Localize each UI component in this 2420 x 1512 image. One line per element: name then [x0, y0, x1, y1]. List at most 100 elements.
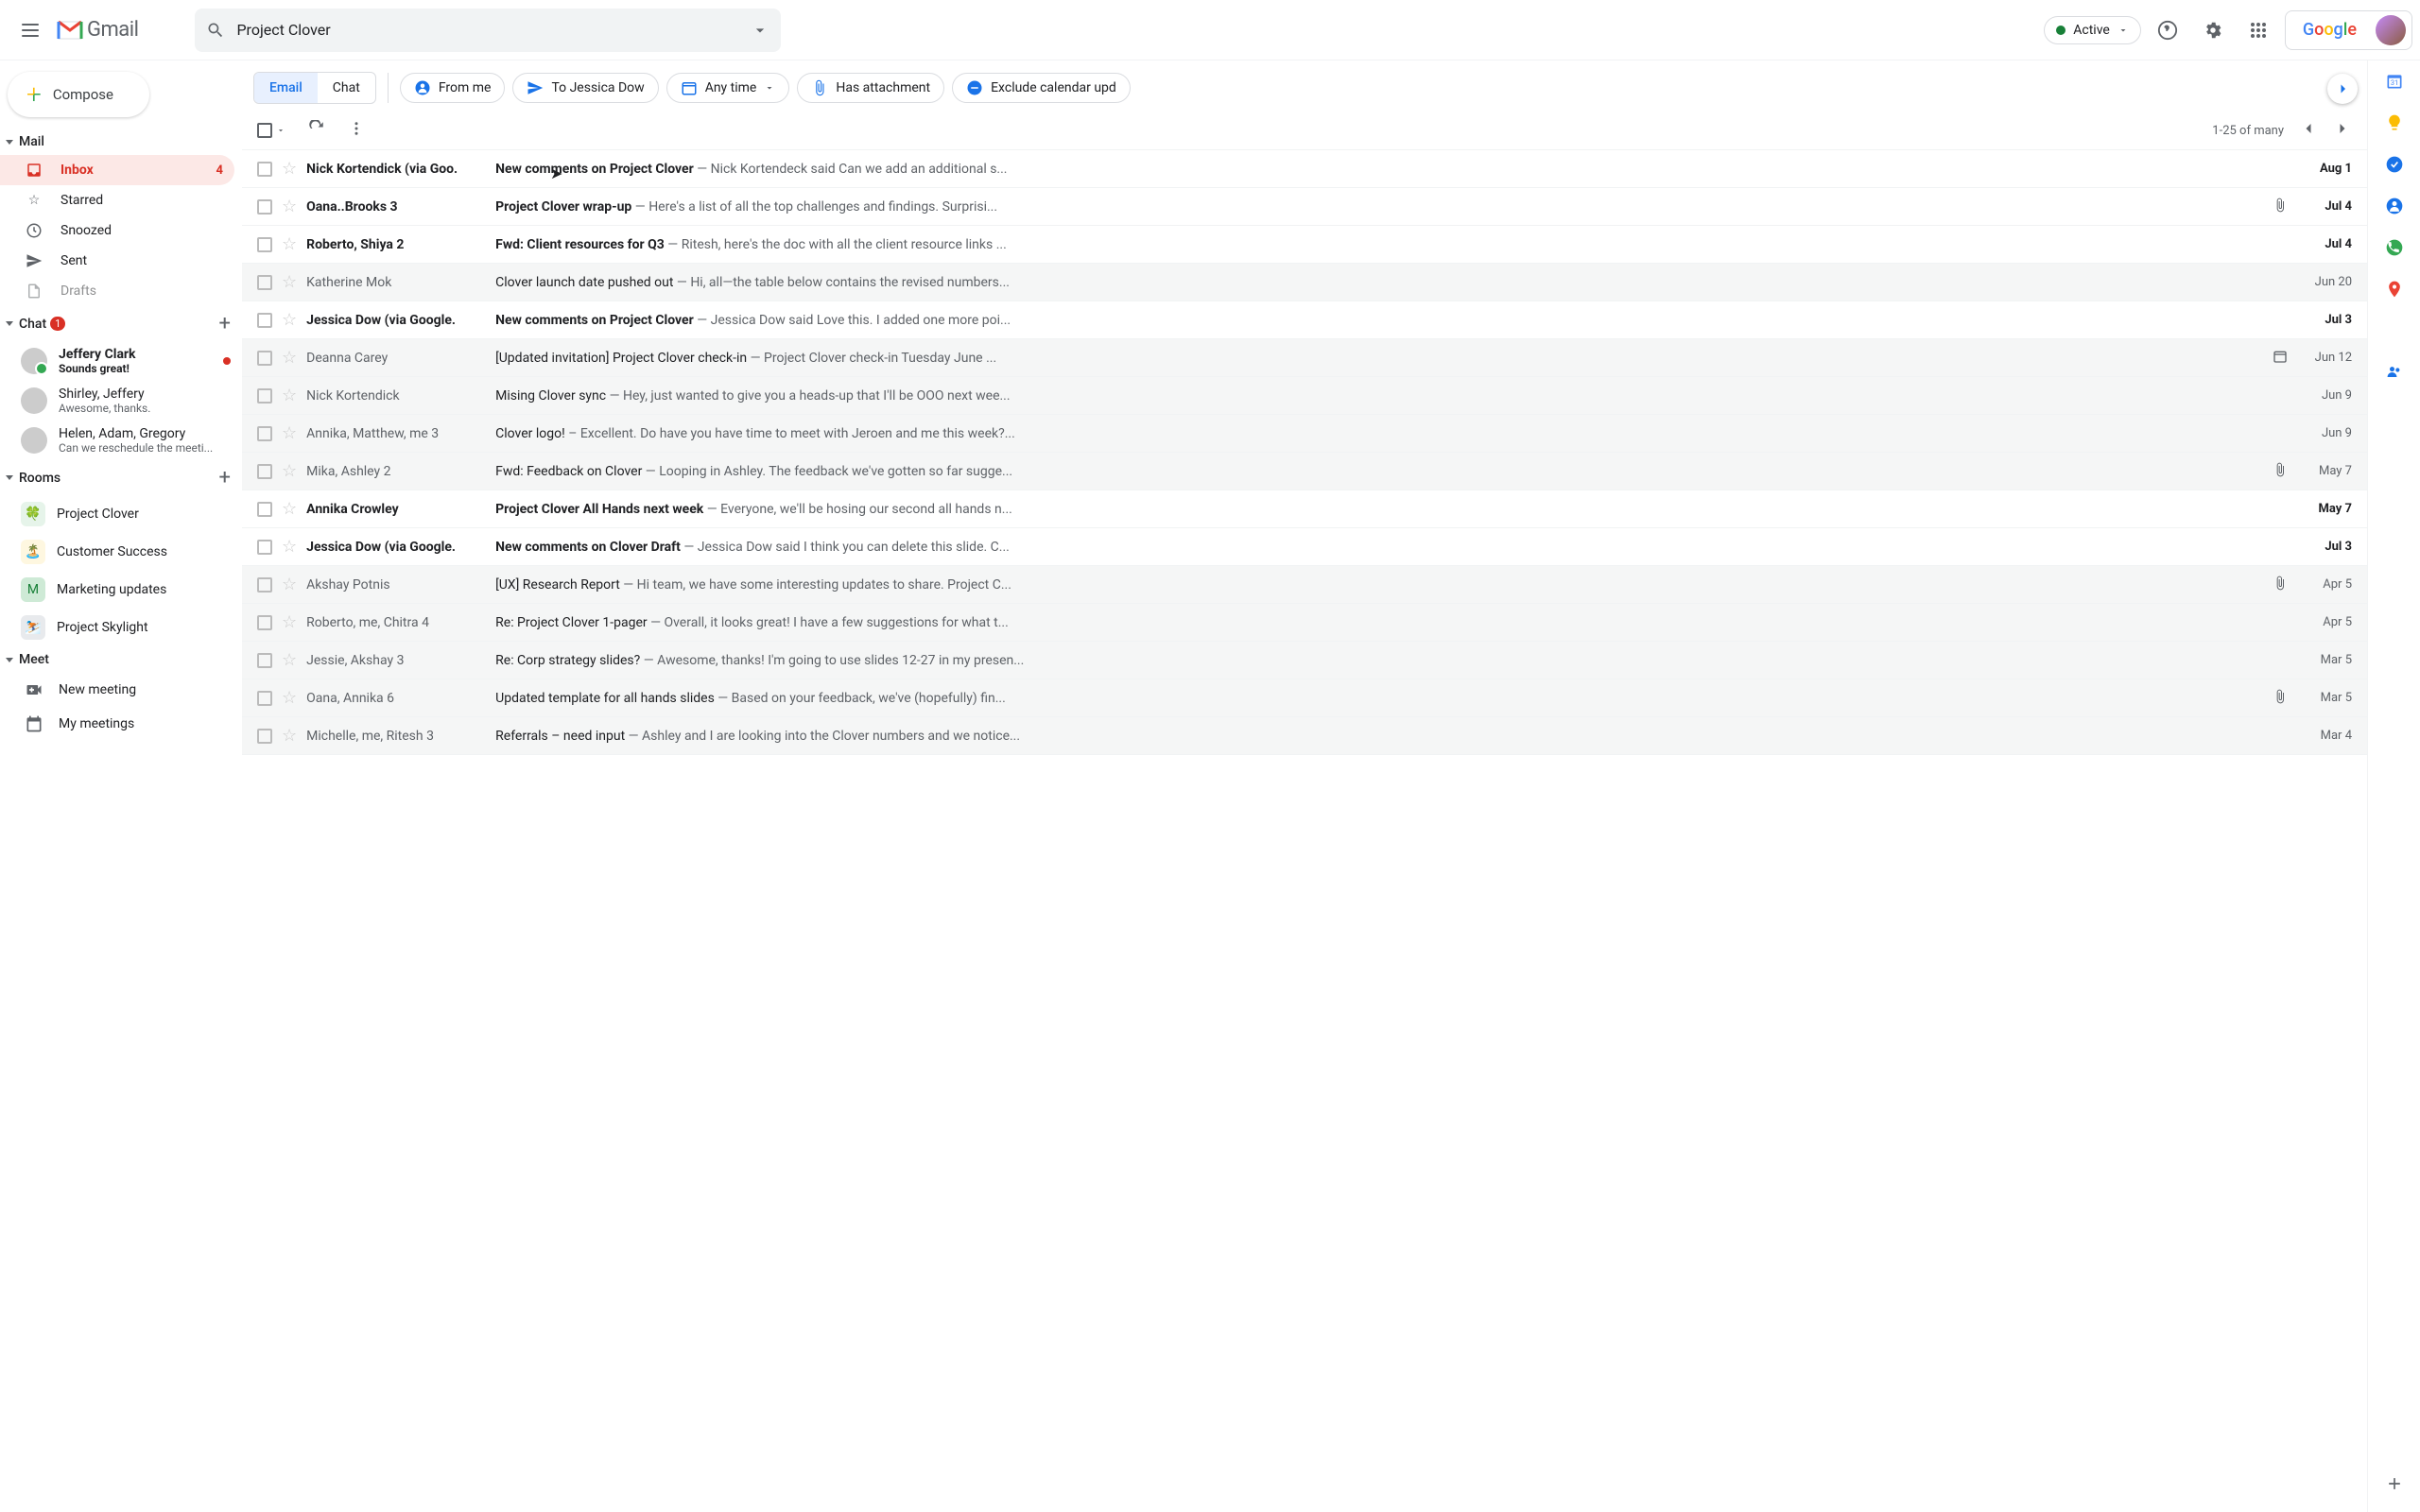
star-icon[interactable]: ☆	[282, 234, 297, 254]
checkbox[interactable]	[257, 351, 272, 366]
email-row[interactable]: ☆Mika, Ashley 2Fwd: Feedback on Clover —…	[242, 453, 2367, 490]
apps-button[interactable]	[2239, 11, 2277, 49]
checkbox[interactable]	[257, 237, 272, 252]
email-row[interactable]: ☆Roberto, Shiya 2Fwd: Client resources f…	[242, 226, 2367, 264]
maps-addon[interactable]	[2385, 280, 2404, 299]
meet-my-meetings[interactable]: My meetings	[0, 707, 242, 741]
nav-inbox[interactable]: Inbox4	[0, 155, 234, 185]
scroll-chips-right[interactable]	[2327, 74, 2358, 104]
meet-new-meeting[interactable]: New meeting	[0, 673, 242, 707]
nav-sent[interactable]: Sent	[0, 246, 234, 276]
email-row[interactable]: ☆Jessica Dow (via Google.New comments on…	[242, 528, 2367, 566]
checkbox[interactable]	[257, 313, 272, 328]
email-row[interactable]: ☆Deanna Carey[Updated invitation] Projec…	[242, 339, 2367, 377]
checkbox[interactable]	[257, 162, 272, 177]
checkbox[interactable]	[257, 540, 272, 555]
email-row[interactable]: ☆Nick Kortendick (via Goo.New comments o…	[242, 150, 2367, 188]
more-button[interactable]	[348, 120, 365, 141]
star-icon[interactable]: ☆	[282, 461, 297, 481]
compose-button[interactable]: + Compose	[8, 72, 149, 117]
get-addons[interactable]	[2385, 1474, 2404, 1493]
new-room-button[interactable]: +	[219, 466, 231, 490]
email-row[interactable]: ☆Akshay Potnis[UX] Research Report — Hi …	[242, 566, 2367, 604]
settings-button[interactable]	[2194, 11, 2232, 49]
email-row[interactable]: ☆Roberto, me, Chitra 4Re: Project Clover…	[242, 604, 2367, 642]
chat-item[interactable]: Shirley, JefferyAwesome, thanks.	[0, 381, 242, 421]
tab-email[interactable]: Email	[254, 73, 318, 103]
account-box[interactable]: Google	[2285, 10, 2412, 50]
chip-from-me[interactable]: From me	[400, 73, 506, 103]
star-icon[interactable]: ☆	[282, 575, 297, 594]
email-row[interactable]: ☆Michelle, me, Ritesh 3Referrals – need …	[242, 717, 2367, 755]
checkbox[interactable]	[257, 275, 272, 290]
nav-starred[interactable]: ☆Starred	[0, 185, 234, 215]
checkbox[interactable]	[257, 388, 272, 404]
email-row[interactable]: ☆Jessie, Akshay 3Re: Corp strategy slide…	[242, 642, 2367, 679]
nav-snoozed[interactable]: Snoozed	[0, 215, 234, 246]
star-icon[interactable]: ☆	[282, 688, 297, 708]
support-button[interactable]	[2149, 11, 2187, 49]
next-page-button[interactable]	[2333, 119, 2352, 142]
nav-drafts[interactable]: Drafts	[0, 276, 234, 306]
star-icon[interactable]: ☆	[282, 499, 297, 519]
prev-page-button[interactable]	[2299, 119, 2318, 142]
room-item[interactable]: MMarketing updates	[0, 571, 242, 609]
new-chat-button[interactable]: +	[219, 312, 231, 335]
chat-item[interactable]: Helen, Adam, GregoryCan we reschedule th…	[0, 421, 242, 460]
email-row[interactable]: ☆Annika, Matthew, me 3Clover logo! – Exc…	[242, 415, 2367, 453]
checkbox[interactable]	[257, 464, 272, 479]
star-icon[interactable]: ☆	[282, 272, 297, 292]
keep-addon[interactable]	[2385, 113, 2404, 132]
refresh-button[interactable]	[308, 120, 325, 141]
chat-section-header[interactable]: Chat1+	[0, 306, 242, 341]
room-item[interactable]: ⛷️Project Skylight	[0, 609, 242, 646]
checkbox[interactable]	[257, 653, 272, 668]
room-item[interactable]: 🏝️Customer Success	[0, 533, 242, 571]
avatar[interactable]	[2376, 15, 2406, 45]
email-row[interactable]: ☆Oana, Annika 6Updated template for all …	[242, 679, 2367, 717]
search-box[interactable]	[195, 9, 781, 52]
star-icon[interactable]: ☆	[282, 726, 297, 746]
star-icon[interactable]: ☆	[282, 537, 297, 557]
star-icon[interactable]: ☆	[282, 197, 297, 216]
meet-section-header[interactable]: Meet	[0, 646, 242, 673]
gmail-logo[interactable]: Gmail	[57, 18, 138, 42]
star-icon[interactable]: ☆	[282, 386, 297, 405]
checkbox[interactable]	[257, 426, 272, 441]
star-icon[interactable]: ☆	[282, 310, 297, 330]
chat-item[interactable]: Jeffery ClarkSounds great!	[0, 341, 242, 381]
voice-addon[interactable]	[2385, 238, 2404, 257]
checkbox[interactable]	[257, 691, 272, 706]
tasks-addon[interactable]	[2385, 155, 2404, 174]
search-options-icon[interactable]	[751, 21, 769, 40]
chip-exclude-calendar[interactable]: Exclude calendar upd	[952, 73, 1131, 103]
room-item[interactable]: 🍀Project Clover	[0, 495, 242, 533]
email-row[interactable]: ☆Nick KortendickMising Clover sync — Hey…	[242, 377, 2367, 415]
checkbox[interactable]	[257, 502, 272, 517]
email-row[interactable]: ☆Katherine MokClover launch date pushed …	[242, 264, 2367, 301]
search-input[interactable]	[236, 21, 739, 39]
star-icon[interactable]: ☆	[282, 650, 297, 670]
contacts-addon[interactable]	[2385, 197, 2404, 215]
chip-any-time[interactable]: Any time	[666, 73, 790, 103]
rooms-section-header[interactable]: Rooms+	[0, 460, 242, 495]
email-row[interactable]: ☆Jessica Dow (via Google.New comments on…	[242, 301, 2367, 339]
tab-chat[interactable]: Chat	[318, 73, 375, 103]
calendar-addon[interactable]: 31	[2385, 72, 2404, 91]
status-chip[interactable]: Active	[2044, 16, 2141, 44]
chip-has-attachment[interactable]: Has attachment	[797, 73, 944, 103]
mail-section-header[interactable]: Mail	[0, 129, 242, 155]
chip-to-jessica[interactable]: To Jessica Dow	[512, 73, 658, 103]
select-all[interactable]	[257, 123, 285, 138]
email-row[interactable]: ☆Annika CrowleyProject Clover All Hands …	[242, 490, 2367, 528]
people-addon[interactable]	[2385, 363, 2404, 382]
main-menu-button[interactable]	[8, 8, 53, 53]
star-icon[interactable]: ☆	[282, 423, 297, 443]
checkbox[interactable]	[257, 729, 272, 744]
star-icon[interactable]: ☆	[282, 348, 297, 368]
checkbox[interactable]	[257, 615, 272, 630]
email-row[interactable]: ☆Oana..Brooks 3Project Clover wrap-up — …	[242, 188, 2367, 226]
checkbox[interactable]	[257, 577, 272, 593]
star-icon[interactable]: ☆	[282, 612, 297, 632]
checkbox[interactable]	[257, 199, 272, 215]
